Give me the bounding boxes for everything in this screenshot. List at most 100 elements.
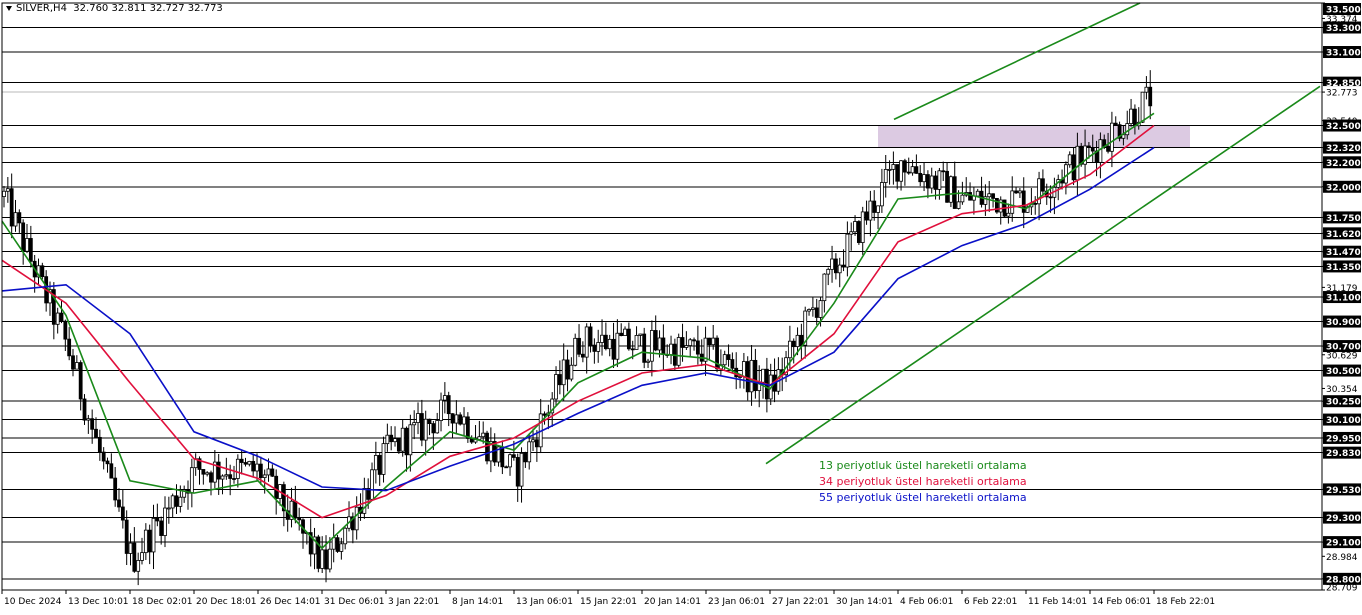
candle-body — [147, 529, 152, 553]
candle-body — [373, 455, 378, 471]
candle-body — [266, 468, 271, 476]
candle-body — [270, 468, 275, 477]
candle-body — [21, 222, 26, 252]
y-axis-tick-label: 28.709 — [1326, 584, 1358, 594]
candle-body — [508, 454, 512, 468]
candle-body — [711, 337, 716, 346]
candle-body — [933, 175, 938, 190]
y-axis-tick-label: 29.950 — [1326, 434, 1361, 444]
candle-body — [956, 201, 961, 209]
candle-body — [1048, 196, 1053, 199]
candle-body — [293, 500, 298, 519]
candle-body — [837, 264, 842, 274]
candle-body — [109, 463, 114, 479]
candle-body — [189, 467, 194, 494]
candle-body — [86, 418, 91, 421]
legend-ema-34: 34 periyotluk üstel hareketli ortalama — [819, 475, 1027, 488]
candle-body — [82, 398, 87, 421]
y-axis-tick-label: 30.500 — [1326, 367, 1361, 377]
x-axis-tick-label: 10 Dec 2024 — [4, 597, 62, 607]
candle-body — [393, 438, 397, 443]
candle-body — [1014, 190, 1018, 194]
candle-body — [960, 194, 965, 203]
dropdown-triangle-icon[interactable] — [6, 5, 12, 11]
x-axis-tick-label: 8 Jan 14:01 — [452, 597, 503, 607]
y-axis-tick-label: 30.629 — [1326, 351, 1358, 361]
candle-body — [856, 221, 861, 243]
candle-body — [646, 360, 650, 363]
price-chart[interactable]: 33.500 33.374 33.300 33.100 32.850 32.773 32.5… — [0, 0, 1362, 611]
candle-body — [661, 337, 666, 355]
chart-canvas[interactable]: 33.50033.37433.30033.10032.85032.77332.5… — [0, 0, 1362, 611]
candle-body — [228, 474, 233, 479]
candle-body — [1133, 108, 1137, 127]
candle-body — [638, 333, 643, 336]
y-axis-tick-label: 30.250 — [1326, 398, 1361, 408]
candle-body — [354, 506, 359, 531]
candle-body — [128, 542, 133, 554]
candle-body — [592, 344, 597, 352]
candle-body — [450, 413, 455, 424]
candle-body — [477, 436, 482, 440]
candle-body — [565, 359, 570, 380]
candle-body — [166, 507, 171, 510]
y-axis-tick-label: 31.100 — [1326, 294, 1361, 304]
x-axis-tick-label: 30 Jan 14:01 — [836, 597, 893, 607]
candle-body — [59, 312, 64, 322]
candle-body — [899, 160, 903, 182]
candle-body — [481, 432, 486, 438]
candle-body — [695, 340, 700, 355]
candle-body — [822, 273, 827, 302]
candle-body — [370, 469, 374, 500]
candle-body — [258, 463, 263, 478]
candle-body — [634, 335, 639, 350]
candle-body — [810, 307, 815, 310]
candle-body — [209, 472, 213, 483]
candle-body — [101, 451, 106, 462]
candle-body — [9, 188, 14, 227]
y-axis-tick-label: 31.620 — [1326, 230, 1361, 240]
candle-body — [155, 517, 160, 522]
candle-body — [730, 359, 735, 369]
candle-body — [419, 413, 424, 441]
candle-body — [90, 418, 95, 430]
candle-body — [1010, 190, 1015, 214]
candle-body — [561, 359, 566, 386]
x-axis-tick-label: 20 Dec 18:01 — [196, 597, 257, 607]
candle-body — [377, 455, 382, 475]
candle-body — [726, 354, 731, 360]
candle-body — [1087, 145, 1091, 148]
candle-body — [623, 328, 627, 336]
candle-body — [849, 231, 854, 235]
candle-body — [814, 307, 819, 318]
candle-body — [408, 424, 413, 456]
candle-body — [485, 432, 489, 462]
x-axis-tick-label: 3 Jan 22:01 — [388, 597, 439, 607]
candle-body — [1071, 154, 1076, 181]
candle-body — [28, 238, 33, 262]
candle-body — [435, 420, 440, 434]
candle-body — [1033, 202, 1038, 205]
x-axis-tick-label: 15 Jan 22:01 — [580, 597, 637, 607]
candle-body — [864, 211, 869, 221]
candle-body — [389, 434, 394, 443]
candle-body — [853, 221, 857, 233]
candle-body — [5, 188, 10, 192]
candle-body — [830, 258, 834, 270]
candle-body — [205, 472, 210, 475]
x-axis-tick-label: 26 Dec 14:01 — [260, 597, 321, 607]
candle-body — [573, 337, 578, 366]
candle-body — [872, 200, 877, 213]
ohlc-values: 32.760 32.811 32.727 32.773 — [73, 3, 223, 14]
x-axis-tick-label: 27 Jan 22:01 — [772, 597, 829, 607]
candle-body — [113, 477, 118, 501]
candle-body — [140, 552, 144, 561]
candle-body — [17, 212, 22, 224]
candle-body — [902, 160, 907, 173]
candle-body — [97, 436, 102, 453]
candle-body — [465, 416, 470, 439]
candle-body — [151, 517, 156, 553]
candle-body — [343, 527, 348, 545]
x-axis-tick-label: 11 Feb 14:01 — [1028, 597, 1087, 607]
candle-body — [40, 265, 45, 278]
